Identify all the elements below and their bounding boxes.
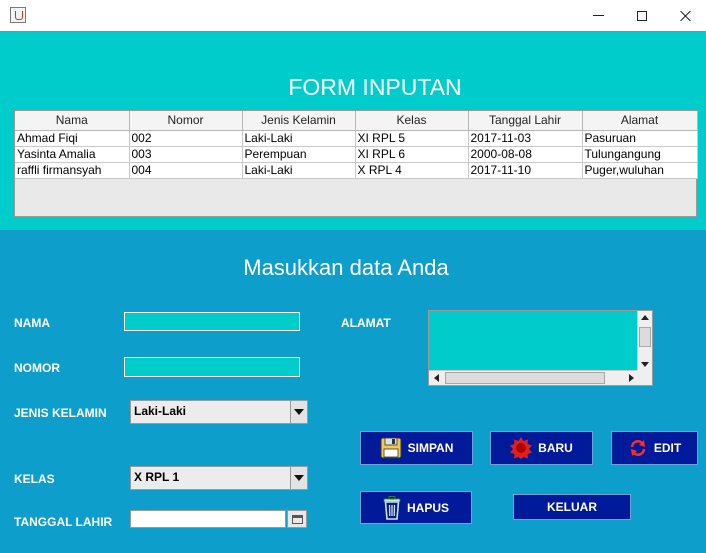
label-nama: NAMA — [14, 316, 50, 330]
new-badge-icon — [510, 437, 533, 459]
column-header-jenis-kelamin[interactable]: Jenis Kelamin — [242, 111, 356, 131]
scroll-up-icon[interactable] — [638, 311, 652, 324]
table-cell: 004 — [129, 162, 243, 179]
table-row[interactable]: Ahmad Fiqi 002 Laki-Laki XI RPL 5 2017-1… — [15, 130, 698, 147]
table-row[interactable]: raffli firmansyah 004 Laki-Laki X RPL 4 … — [15, 162, 698, 179]
table-cell: Pasuruan — [582, 130, 698, 147]
table-cell: Yasinta Amalia — [15, 146, 130, 163]
hapus-button[interactable]: HAPUS — [360, 491, 472, 524]
simpan-label: SIMPAN — [407, 441, 454, 455]
table-cell: 2017-11-03 — [468, 130, 583, 147]
close-icon — [680, 10, 692, 22]
table-cell: 003 — [129, 146, 243, 163]
kelas-select[interactable]: X RPL 1 — [130, 466, 308, 490]
column-header-nomor[interactable]: Nomor — [129, 111, 243, 131]
column-header-nama[interactable]: Nama — [15, 111, 130, 131]
alamat-textarea[interactable] — [428, 310, 653, 386]
nomor-input[interactable] — [124, 357, 300, 377]
label-tanggal-lahir: TANGGAL LAHIR — [14, 515, 113, 529]
title-bar — [0, 0, 706, 31]
close-button[interactable] — [663, 0, 706, 31]
table-row[interactable]: Yasinta Amalia 003 Perempuan XI RPL 6 20… — [15, 146, 698, 163]
java-app-icon — [10, 7, 26, 23]
simpan-button[interactable]: SIMPAN — [360, 431, 473, 465]
column-header-alamat[interactable]: Alamat — [582, 111, 698, 131]
nama-input[interactable] — [124, 312, 300, 331]
label-alamat: ALAMAT — [341, 316, 391, 330]
form-title: FORM INPUTAN — [288, 74, 462, 100]
chevron-down-icon[interactable] — [290, 467, 307, 489]
hapus-label: HAPUS — [406, 500, 449, 515]
data-table: Nama Nomor Jenis Kelamin Kelas Tanggal L… — [14, 110, 698, 217]
jenis-kelamin-value: Laki-Laki — [134, 404, 187, 418]
table-cell: Ahmad Fiqi — [15, 130, 130, 147]
tanggal-lahir-input[interactable] — [130, 510, 286, 528]
date-picker-button[interactable] — [287, 510, 307, 528]
table-cell: X RPL 4 — [355, 162, 469, 179]
scroll-thumb[interactable] — [445, 372, 605, 384]
minimize-button[interactable] — [575, 0, 621, 31]
horizontal-scrollbar[interactable] — [429, 370, 638, 385]
maximize-icon — [637, 10, 647, 21]
baru-button[interactable]: BARU — [490, 431, 593, 465]
table-cell: Perempuan — [242, 146, 356, 163]
label-jenis-kelamin: JENIS KELAMIN — [14, 406, 107, 420]
refresh-arrows-icon — [628, 438, 648, 458]
chevron-down-icon[interactable] — [290, 401, 307, 423]
table-cell: XI RPL 5 — [355, 130, 469, 147]
vertical-scrollbar[interactable] — [637, 311, 652, 371]
scroll-corner — [637, 370, 652, 385]
table-cell: 2017-11-10 — [468, 162, 583, 179]
maximize-button[interactable] — [619, 0, 665, 31]
calendar-icon — [291, 514, 303, 524]
edit-label: EDIT — [653, 441, 682, 455]
edit-button[interactable]: EDIT — [611, 431, 698, 465]
keluar-button[interactable]: KELUAR — [513, 494, 631, 520]
column-header-kelas[interactable]: Kelas — [355, 111, 469, 131]
label-nomor: NOMOR — [14, 361, 60, 375]
table-cell: 2000-08-08 — [468, 146, 583, 163]
label-kelas: KELAS — [14, 472, 55, 486]
kelas-value: X RPL 1 — [134, 470, 180, 484]
table-header: Nama Nomor Jenis Kelamin Kelas Tanggal L… — [15, 111, 698, 131]
scroll-right-icon[interactable] — [624, 371, 638, 385]
table-cell: raffli firmansyah — [15, 162, 130, 179]
floppy-disk-icon — [380, 437, 402, 459]
table-cell: Tulungangung — [582, 146, 698, 163]
baru-label: BARU — [538, 441, 573, 455]
jenis-kelamin-select[interactable]: Laki-Laki — [130, 400, 308, 424]
table-cell: XI RPL 6 — [355, 146, 469, 163]
scroll-thumb[interactable] — [639, 327, 651, 347]
trash-icon — [383, 495, 401, 520]
table-cell: Laki-Laki — [242, 162, 356, 179]
column-header-tanggal-lahir[interactable]: Tanggal Lahir — [468, 111, 583, 131]
scroll-left-icon[interactable] — [429, 371, 443, 385]
table-cell: Laki-Laki — [242, 130, 356, 147]
form-subtitle: Masukkan data Anda — [243, 255, 449, 280]
keluar-label: KELUAR — [547, 500, 597, 514]
table-cell: Puger,wuluhan — [582, 162, 698, 179]
minimize-icon — [592, 15, 604, 16]
table-cell: 002 — [129, 130, 243, 147]
